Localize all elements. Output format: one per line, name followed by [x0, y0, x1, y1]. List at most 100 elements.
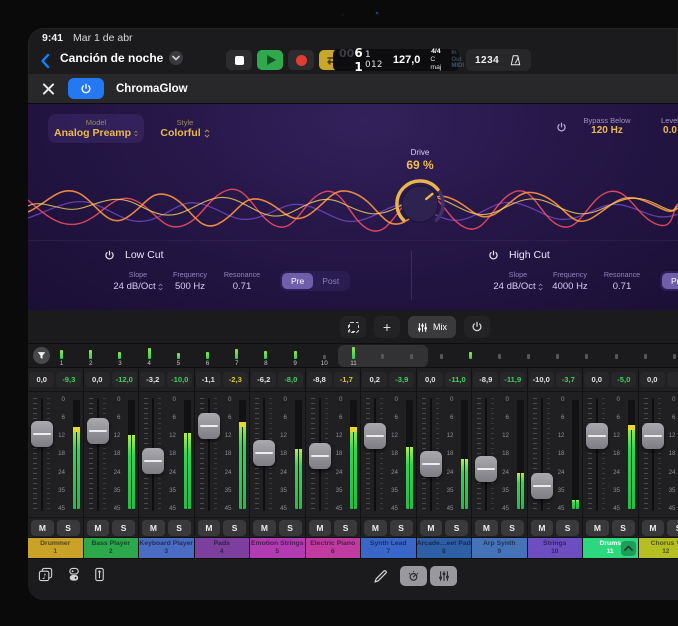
low-cut-power-icon[interactable] [104, 250, 115, 261]
track-tile[interactable]: Arcade…eet Pad 8 [417, 538, 472, 558]
level-strip-icon[interactable] [94, 567, 105, 582]
solo-button[interactable]: S [501, 520, 524, 536]
overview-meter[interactable]: 10 [310, 344, 339, 368]
mute-button[interactable]: M [586, 520, 609, 536]
pre-button[interactable]: Pre [282, 273, 313, 289]
track-tile[interactable]: Chorus V 12 [639, 538, 678, 558]
plugin-power-button[interactable] [68, 78, 104, 99]
volume-value[interactable]: -9,3 [56, 372, 81, 387]
solo-button[interactable]: S [390, 520, 413, 536]
pan-value[interactable]: -3,2 [140, 372, 165, 387]
mix-view-button[interactable]: Mix [408, 316, 456, 338]
record-button[interactable] [288, 50, 314, 70]
pan-value[interactable]: -10,0 [529, 372, 554, 387]
post-button[interactable]: Post [313, 273, 348, 289]
high-cut-slope[interactable]: Slope 24 dB/Oct [492, 270, 544, 292]
fader-handle[interactable] [586, 423, 608, 449]
overview-meter[interactable] [514, 344, 543, 368]
high-cut-power-icon[interactable] [488, 250, 499, 261]
connections-icon[interactable] [67, 567, 81, 582]
low-cut-slope[interactable]: Slope 24 dB/Oct [112, 270, 164, 292]
model-selector[interactable]: Model Analog Preamp [48, 114, 144, 143]
volume-value[interactable]: -11,9 [500, 372, 525, 387]
volume-value[interactable] [667, 372, 678, 387]
high-cut-frequency[interactable]: Frequency 4000 Hz [544, 270, 596, 292]
lcd-display[interactable]: 00 6 1 1 012 127,0 4/4 C maj In Out MIDI [333, 49, 459, 71]
track-tile[interactable]: Drummer 1 [28, 538, 83, 558]
mute-button[interactable]: M [642, 520, 665, 536]
mute-button[interactable]: M [142, 520, 165, 536]
play-button[interactable] [257, 50, 283, 70]
count-in-button[interactable]: 1234 [475, 55, 499, 66]
overview-meter[interactable] [397, 344, 426, 368]
back-button[interactable] [36, 52, 54, 70]
track-tile[interactable]: Pads 4 [195, 538, 250, 558]
solo-button[interactable]: S [556, 520, 579, 536]
mute-button[interactable]: M [253, 520, 276, 536]
fader-handle[interactable] [531, 473, 553, 499]
solo-button[interactable]: S [445, 520, 468, 536]
pan-value[interactable]: 0,0 [85, 372, 110, 387]
overview-meter[interactable]: 9 [281, 344, 310, 368]
low-cut-frequency[interactable]: Frequency 500 Hz [164, 270, 216, 292]
level-control[interactable]: Level 0.0 [640, 116, 678, 136]
solo-button[interactable]: S [112, 520, 135, 536]
fader-handle[interactable] [253, 440, 275, 466]
stop-button[interactable] [226, 50, 252, 70]
close-icon[interactable] [42, 82, 56, 96]
track-tile[interactable]: Synth Lead 7 [361, 538, 416, 558]
overview-meter[interactable] [660, 344, 678, 368]
mixer-power-button[interactable] [464, 316, 490, 338]
pan-value[interactable]: -8,9 [473, 372, 498, 387]
output-power-icon[interactable] [556, 122, 567, 133]
fader-handle[interactable] [364, 423, 386, 449]
add-track-button[interactable]: + [374, 316, 400, 338]
track-tile[interactable]: Bass Player 2 [84, 538, 139, 558]
solo-button[interactable]: S [168, 520, 191, 536]
pan-value[interactable]: 0,0 [418, 372, 443, 387]
volume-value[interactable]: -11,0 [445, 372, 470, 387]
overview-meter[interactable] [485, 344, 514, 368]
mute-button[interactable]: M [531, 520, 554, 536]
chevron-down-icon[interactable] [169, 51, 183, 65]
overview-meter[interactable] [456, 344, 485, 368]
pan-value[interactable]: -8,8 [307, 372, 332, 387]
overview-meter[interactable]: 11 [339, 344, 368, 368]
overview-meter[interactable]: 8 [251, 344, 280, 368]
drive-knob[interactable] [393, 177, 447, 231]
song-title-menu[interactable]: Canción de noche [60, 51, 183, 65]
fader-handle[interactable] [198, 413, 220, 439]
overview-meter[interactable]: 2 [76, 344, 105, 368]
volume-value[interactable]: -5,0 [611, 372, 636, 387]
pan-value[interactable]: -6,2 [251, 372, 276, 387]
pencil-icon[interactable] [373, 569, 388, 584]
track-tile[interactable]: Arp Synth 9 [472, 538, 527, 558]
overview-meter[interactable]: 5 [164, 344, 193, 368]
overview-meter[interactable]: 1 [47, 344, 76, 368]
overview-meter[interactable]: 3 [105, 344, 134, 368]
track-tile[interactable]: Electric Piano 6 [306, 538, 361, 558]
mute-button[interactable]: M [475, 520, 498, 536]
volume-value[interactable]: -12,0 [112, 372, 137, 387]
overview-meter[interactable]: 6 [193, 344, 222, 368]
overview-meter[interactable] [631, 344, 660, 368]
pan-value[interactable]: 0,0 [29, 372, 54, 387]
mute-button[interactable]: M [31, 520, 54, 536]
solo-button[interactable]: S [57, 520, 80, 536]
overview-meter[interactable]: 7 [222, 344, 251, 368]
chevron-up-button[interactable] [621, 541, 636, 556]
mute-button[interactable]: M [87, 520, 110, 536]
fader-handle[interactable] [475, 456, 497, 482]
overview-meter[interactable] [572, 344, 601, 368]
volume-value[interactable]: -3,7 [556, 372, 581, 387]
controls-view-button[interactable] [400, 566, 427, 586]
solo-button[interactable]: S [612, 520, 635, 536]
solo-button[interactable]: S [279, 520, 302, 536]
pan-value[interactable]: -1,1 [196, 372, 221, 387]
solo-button[interactable]: S [223, 520, 246, 536]
volume-value[interactable]: -10,0 [167, 372, 192, 387]
duplicate-button[interactable] [340, 316, 366, 338]
loop-browser-icon[interactable]: ♪ [38, 567, 54, 582]
track-tile[interactable]: Strings 10 [528, 538, 583, 558]
mute-button[interactable]: M [198, 520, 221, 536]
